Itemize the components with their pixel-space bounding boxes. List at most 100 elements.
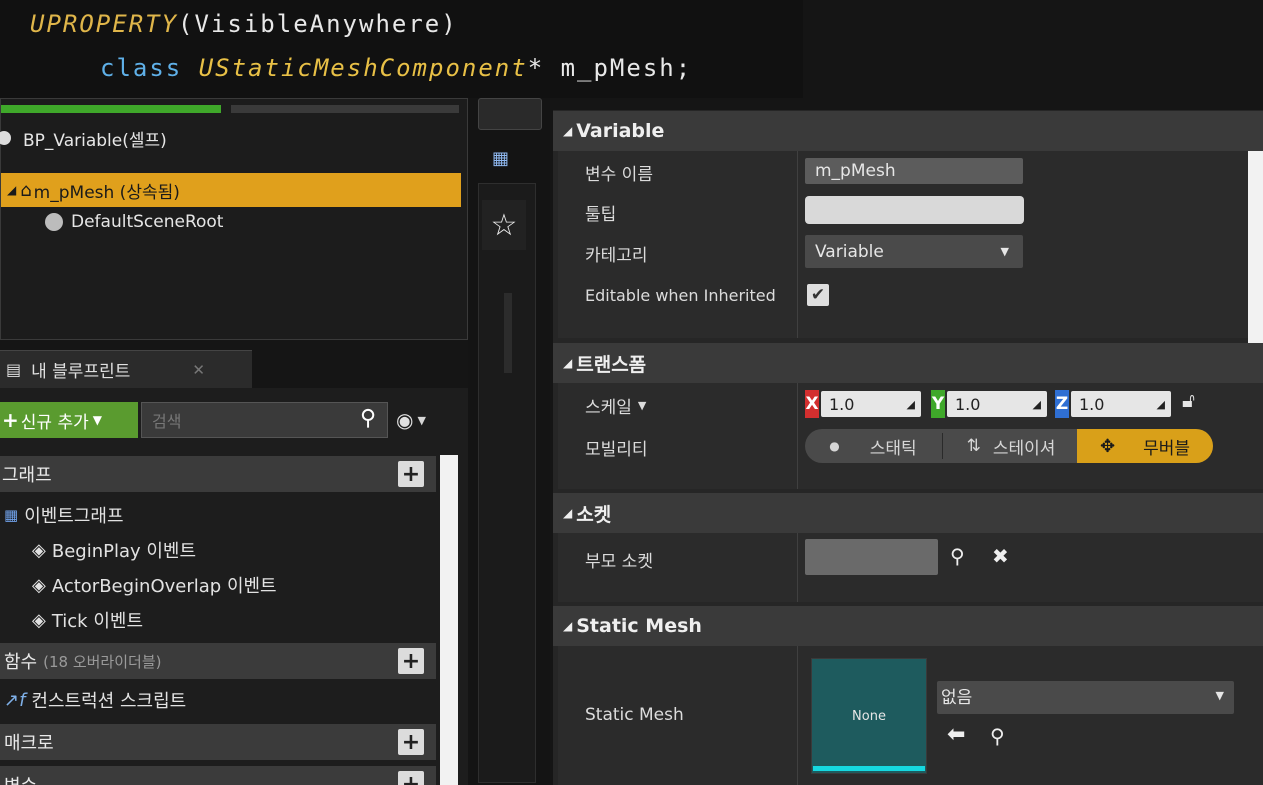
event-graph-item[interactable]: ▦ 이벤트그래프 bbox=[0, 498, 436, 532]
components-view-icon[interactable]: ▦ bbox=[492, 148, 509, 169]
tooltip-field[interactable] bbox=[805, 196, 1024, 224]
add-variable-button[interactable]: + bbox=[398, 771, 424, 785]
graphs-section-header[interactable]: 그래프 + bbox=[0, 456, 436, 492]
event-item[interactable]: ◈ Tick 이벤트 bbox=[0, 603, 436, 637]
code-declaration: * m_pMesh; bbox=[527, 54, 693, 82]
scale-z-field[interactable]: 1.0 ◢ bbox=[1071, 391, 1171, 417]
palette-scroll[interactable] bbox=[504, 293, 512, 373]
scale-x-field[interactable]: 1.0 ◢ bbox=[821, 391, 921, 417]
graph-icon: ▦ bbox=[4, 506, 19, 524]
component-self[interactable]: BP_Variable(셀프) bbox=[0, 121, 461, 155]
event-label: BeginPlay 이벤트 bbox=[51, 541, 197, 562]
code-type-name: UStaticMeshComponent bbox=[198, 54, 528, 82]
components-panel: BP_Variable(셀프) ◢ ⌂ m_pMesh (상속됨) Defaul… bbox=[0, 98, 468, 340]
macros-section-header[interactable]: 매크로 + bbox=[0, 724, 436, 760]
chevron-down-icon: ▼ bbox=[1215, 689, 1224, 702]
add-new-button[interactable]: + 신규 추가 ▼ bbox=[0, 402, 138, 438]
parent-socket-field[interactable] bbox=[805, 539, 938, 575]
static-mesh-category-header[interactable]: ◢ Static Mesh bbox=[553, 606, 1263, 646]
stationary-icon: ⇅ bbox=[966, 436, 981, 456]
component-child[interactable]: DefaultSceneRoot bbox=[1, 205, 461, 239]
event-item[interactable]: ◈ ActorBeginOverlap 이벤트 bbox=[0, 568, 436, 602]
event-label: ActorBeginOverlap 이벤트 bbox=[51, 576, 277, 597]
expand-arrow-icon: ◢ bbox=[7, 183, 17, 197]
construction-script-item[interactable]: ↗f 컨스트럭션 스크립트 bbox=[0, 683, 436, 717]
functions-label: 함수 bbox=[4, 652, 38, 673]
variable-header-label: Variable bbox=[576, 120, 665, 142]
parent-socket-label: 부모 소켓 bbox=[585, 552, 653, 572]
mobility-selector: ● 스태틱 ⇅ 스테이셔 ✥ 무버블 bbox=[805, 429, 1213, 463]
add-macro-button[interactable]: + bbox=[398, 729, 424, 755]
column-divider bbox=[797, 533, 798, 602]
category-dropdown[interactable]: Variable ▼ bbox=[805, 235, 1023, 268]
variable-name-label: 변수 이름 bbox=[585, 165, 653, 185]
middle-toolbar: ▦ ☆ bbox=[468, 98, 550, 785]
code-overlay: UPROPERTY(VisibleAnywhere) class UStatic… bbox=[0, 0, 803, 98]
my-blueprint-tab-label: 내 블루프린트 bbox=[31, 362, 131, 382]
component-child-label: DefaultSceneRoot bbox=[71, 212, 224, 232]
transform-category-header[interactable]: ◢ 트랜스폼 bbox=[553, 343, 1263, 383]
sphere-icon bbox=[0, 131, 11, 145]
scrollbar[interactable] bbox=[440, 455, 458, 785]
palette-strip bbox=[478, 183, 536, 783]
search-icon[interactable]: ⚲ bbox=[360, 406, 376, 431]
column-divider bbox=[797, 151, 798, 338]
mobility-stationary-label: 스테이셔 bbox=[992, 438, 1056, 459]
column-divider bbox=[797, 646, 798, 785]
function-icon: ↗f bbox=[4, 689, 26, 711]
thumbnail-text: None bbox=[852, 708, 886, 724]
code-line-1: UPROPERTY(VisibleAnywhere) bbox=[30, 10, 458, 38]
functions-section-header[interactable]: 함수 (18 오버라이더블) + bbox=[0, 643, 436, 679]
collapse-arrow-icon: ◢ bbox=[563, 124, 573, 138]
functions-note: (18 오버라이더블) bbox=[43, 652, 162, 671]
chevron-down-icon: ▼ bbox=[637, 399, 647, 412]
static-dot-icon: ● bbox=[829, 439, 840, 453]
search-input[interactable]: 검색 bbox=[141, 402, 388, 438]
static-mesh-thumbnail[interactable]: None bbox=[811, 658, 927, 774]
eye-icon: ◉ bbox=[396, 408, 414, 432]
chevron-down-icon: ▼ bbox=[417, 413, 426, 427]
variable-category-header[interactable]: ◢ Variable bbox=[553, 111, 1263, 151]
close-tab-icon[interactable]: ✕ bbox=[192, 361, 205, 379]
variables-section-header[interactable]: 변수 + bbox=[0, 766, 436, 785]
browse-search-icon[interactable]: ⚲ bbox=[990, 724, 1005, 748]
axis-z-marker: Z bbox=[1055, 390, 1069, 418]
search-icon[interactable]: ⚲ bbox=[950, 544, 965, 568]
strip-right bbox=[231, 105, 459, 113]
mobility-stationary-option[interactable]: ⇅ 스테이셔 bbox=[945, 429, 1077, 463]
tooltip-label: 툴팁 bbox=[585, 205, 617, 225]
variables-label: 변수 bbox=[4, 772, 37, 785]
event-item[interactable]: ◈ BeginPlay 이벤트 bbox=[0, 533, 436, 567]
static-mesh-dropdown[interactable]: 없음 ▼ bbox=[937, 681, 1234, 714]
star-icon[interactable]: ☆ bbox=[482, 200, 526, 250]
scale-y-field[interactable]: 1.0 ◢ bbox=[947, 391, 1047, 417]
socket-category-header[interactable]: ◢ 소켓 bbox=[553, 493, 1263, 533]
scale-z-value: 1.0 bbox=[1079, 394, 1105, 414]
add-graph-button[interactable]: + bbox=[398, 461, 424, 487]
add-function-button[interactable]: + bbox=[398, 648, 424, 674]
clear-icon[interactable]: ✖ bbox=[992, 544, 1009, 568]
component-selected-row[interactable]: ◢ ⌂ m_pMesh (상속됨) bbox=[1, 173, 461, 207]
scale-label: 스케일 bbox=[585, 398, 632, 418]
visibility-options[interactable]: ◉ ▼ bbox=[396, 404, 446, 436]
column-divider bbox=[797, 383, 798, 489]
construction-script-label: 컨스트럭션 스크립트 bbox=[31, 691, 187, 712]
variable-name-field[interactable]: m_pMesh bbox=[805, 158, 1023, 184]
my-blueprint-tab[interactable]: ▤ 내 블루프린트 ✕ bbox=[0, 350, 252, 388]
unlock-icon[interactable]: 🔓︎ bbox=[1182, 388, 1195, 412]
use-selected-arrow-icon[interactable]: ⬅ bbox=[947, 722, 965, 747]
editable-inherited-checkbox[interactable]: ✔ bbox=[807, 284, 829, 306]
toolbar-button[interactable] bbox=[478, 98, 542, 130]
spin-arrow-icon: ◢ bbox=[1156, 397, 1165, 411]
mobility-movable-label: 무버블 bbox=[1143, 438, 1190, 459]
macros-label: 매크로 bbox=[4, 733, 54, 754]
scale-label-dropdown[interactable]: 스케일 ▼ bbox=[585, 393, 646, 418]
spin-arrow-icon: ◢ bbox=[906, 397, 915, 411]
search-placeholder: 검색 bbox=[152, 412, 182, 431]
event-diamond-icon: ◈ bbox=[32, 539, 46, 561]
static-mesh-label: Static Mesh bbox=[585, 705, 684, 725]
mobility-movable-option[interactable]: ✥ 무버블 bbox=[1077, 429, 1213, 463]
mobility-static-option[interactable]: ● 스태틱 bbox=[805, 429, 941, 463]
book-icon: ▤ bbox=[6, 360, 22, 379]
axis-y-marker: Y bbox=[931, 390, 945, 418]
